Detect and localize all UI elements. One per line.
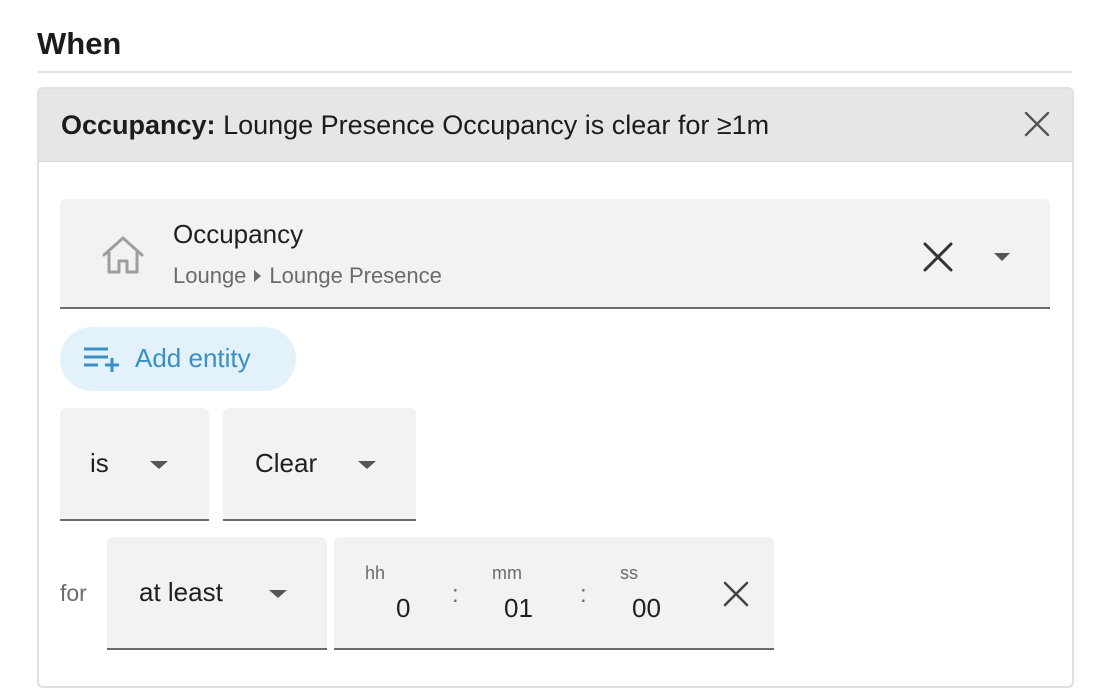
playlist-plus-icon	[84, 347, 119, 372]
entity-name: Occupancy	[173, 219, 304, 249]
trigger-summary-text: Lounge Presence Occupancy is clear for ≥…	[215, 110, 770, 140]
section-divider	[37, 71, 1072, 73]
operator-value: is	[90, 448, 109, 478]
for-label: for	[60, 580, 87, 606]
home-outline-icon	[102, 236, 144, 274]
remove-trigger-button[interactable]	[1022, 109, 1052, 139]
clear-entity-button[interactable]	[918, 237, 958, 277]
time-separator: :	[580, 581, 587, 608]
close-icon	[1024, 111, 1050, 137]
minutes-input[interactable]: 01	[504, 593, 533, 624]
entity-area: Lounge	[173, 263, 247, 288]
state-select[interactable]: Clear	[223, 408, 416, 521]
entity-device: Lounge Presence	[269, 263, 442, 288]
hours-label: hh	[365, 563, 386, 583]
trigger-card: Occupancy: Lounge Presence Occupancy is …	[37, 87, 1074, 688]
chevron-down-icon[interactable]	[990, 249, 1014, 265]
time-separator: :	[452, 581, 459, 608]
chevron-down-icon	[269, 590, 287, 598]
chevron-down-icon	[358, 461, 376, 469]
duration-mode-value: at least	[139, 577, 223, 607]
section-title: When	[37, 26, 122, 61]
duration-input: hh 0 : mm 01 : ss 00	[334, 537, 774, 650]
clear-duration-button[interactable]	[719, 577, 753, 611]
trigger-type-label: Occupancy:	[61, 110, 216, 140]
seconds-label: ss	[620, 563, 638, 583]
close-icon	[723, 581, 749, 607]
trigger-header[interactable]: Occupancy: Lounge Presence Occupancy is …	[39, 89, 1072, 162]
minutes-label: mm	[492, 563, 522, 583]
trigger-summary: Occupancy: Lounge Presence Occupancy is …	[61, 110, 769, 141]
add-entity-label: Add entity	[135, 343, 251, 373]
close-icon	[923, 242, 953, 272]
duration-mode-select[interactable]: at least	[107, 537, 327, 650]
state-value: Clear	[255, 448, 318, 478]
entity-breadcrumb: Lounge Lounge Presence	[173, 263, 442, 289]
seconds-input[interactable]: 00	[632, 593, 661, 624]
breadcrumb-separator-icon	[254, 270, 262, 282]
operator-select[interactable]: is	[60, 408, 209, 521]
entity-picker[interactable]: Occupancy Lounge Lounge Presence	[60, 199, 1050, 309]
chevron-down-icon	[150, 461, 168, 469]
hours-input[interactable]: 0	[396, 593, 410, 624]
add-entity-button[interactable]: Add entity	[60, 327, 296, 391]
